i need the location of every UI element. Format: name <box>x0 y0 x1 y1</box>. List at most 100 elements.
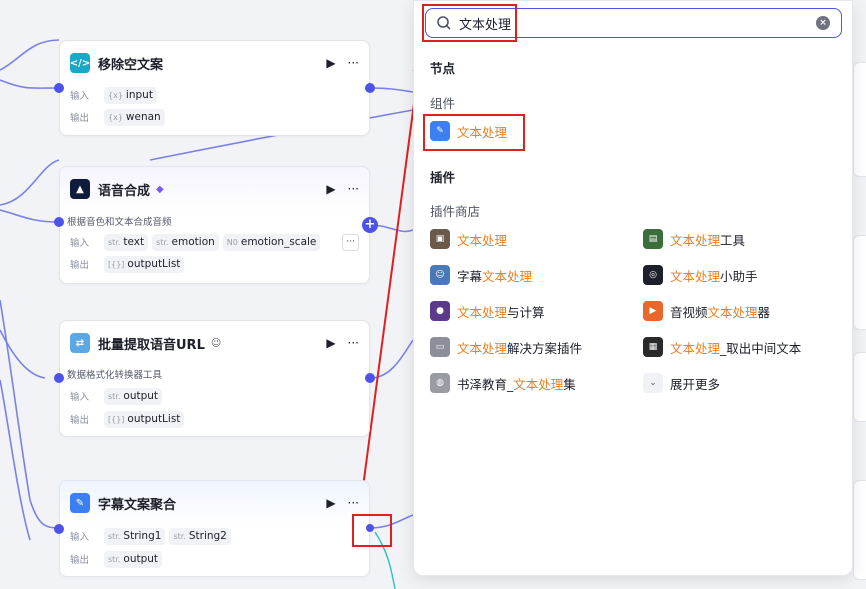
input-label: 输入 <box>70 238 90 249</box>
run-icon[interactable]: ▶ <box>326 56 335 70</box>
output-port[interactable] <box>365 83 375 93</box>
plugin-item[interactable]: ▦ 文本处理 _取出中间文本 <box>643 336 801 358</box>
globe-icon: ◍ <box>430 373 450 393</box>
input-port[interactable] <box>54 217 64 227</box>
clear-icon[interactable]: × <box>816 16 830 30</box>
input-label: 输入 <box>70 91 90 102</box>
output-chip: {x} wenan <box>104 108 165 126</box>
input-label: 输入 <box>70 392 90 403</box>
bot-icon: ☺ <box>210 337 222 349</box>
flag-icon: ▶ <box>643 301 663 321</box>
input-chip: {x} input <box>104 86 157 104</box>
plugin-item[interactable]: ☺ 字幕 文本处理 <box>430 264 532 286</box>
variable-type: N0 <box>226 237 238 247</box>
input-chip: str. text <box>104 233 149 251</box>
output-label: 输出 <box>70 555 90 566</box>
plugin-name-suffix: _取出中间文本 <box>720 340 802 356</box>
plugin-name-suffix: 解决方案插件 <box>507 340 583 356</box>
variable-name: String2 <box>188 530 227 542</box>
plugin-name-match: 文本处理 <box>670 232 721 248</box>
plugin-name-match: 文本处理 <box>670 268 721 284</box>
node-speech-synthesis[interactable]: ▲ 语音合成 ◆ ▶ ··· 根据音色和文本合成音频 输入 str. text s… <box>59 166 370 284</box>
input-port[interactable] <box>54 524 64 534</box>
plugin-item[interactable]: ◎ 文本处理 小助手 <box>643 264 758 286</box>
plugin-name-suffix: 集 <box>563 376 576 392</box>
plugin-item[interactable]: ▤ 文本处理 工具 <box>643 228 745 250</box>
variable-name: emotion_scale <box>240 236 317 248</box>
plugin-name-suffix: 与计算 <box>507 304 545 320</box>
run-icon[interactable]: ▶ <box>326 496 335 510</box>
variable-name: wenan <box>125 111 161 123</box>
more-icon[interactable]: ··· <box>348 182 359 196</box>
variable-name: outputList <box>127 258 181 270</box>
plugin-item[interactable]: ● 文本处理 与计算 <box>430 300 545 322</box>
variable-name: text <box>123 236 145 248</box>
variable-name: String1 <box>123 530 162 542</box>
expand-more-button[interactable]: ⌄ 展开更多 <box>643 372 720 394</box>
more-inputs-button[interactable]: ··· <box>342 233 359 251</box>
avatar-icon: ☺ <box>430 265 450 285</box>
plugin-name-match: 文本处理 <box>513 376 564 392</box>
input-port[interactable] <box>54 373 64 383</box>
plugin-item[interactable]: ▶ 音视频 文本处理器 <box>643 300 770 322</box>
plugin-name-match: 文本处理 <box>707 304 758 320</box>
output-port[interactable] <box>365 373 375 383</box>
plugin-name-suffix: 小助手 <box>720 268 758 284</box>
expand-more-label: 展开更多 <box>670 376 721 392</box>
input-chip: str. output <box>104 387 163 405</box>
input-chip: str. String2 <box>169 527 231 545</box>
partial-node-card <box>853 235 866 330</box>
plugin-item[interactable]: ◍ 书泽教育_ 文本处理集 <box>430 372 576 394</box>
variable-type: {x} <box>108 90 123 100</box>
input-label: 输入 <box>70 532 90 543</box>
highlight-box-output-port <box>352 514 392 547</box>
section-plugins-title: 插件 <box>430 170 456 185</box>
variable-type: [{}] <box>108 259 125 269</box>
run-icon[interactable]: ▶ <box>326 336 335 350</box>
partial-node-card <box>853 480 866 580</box>
chevron-down-icon: ⌄ <box>643 373 663 393</box>
monitor-icon: ▭ <box>430 337 450 357</box>
node-subtitle-text-merge[interactable]: ✎ 字幕文案聚合 ▶ ··· 输入 str. String1 str. String… <box>59 480 370 577</box>
plugin-name-suffix: 工具 <box>720 232 746 248</box>
node-description: 数据格式化转换器工具 <box>67 370 163 381</box>
plugin-name-prefix: 字幕 <box>457 268 483 284</box>
variable-type: str. <box>108 531 121 541</box>
data-convert-icon: ⇄ <box>70 333 90 353</box>
highlight-box-component <box>423 114 525 151</box>
input-port[interactable] <box>54 83 64 93</box>
node-remove-empty-text[interactable]: </> 移除空文案 ▶ ··· 输入 {x} input 输出 {x} wenan <box>59 40 370 136</box>
output-chip: str. output <box>104 550 163 568</box>
add-node-plus-icon[interactable]: + <box>362 217 378 233</box>
code-icon: </> <box>70 53 90 73</box>
plugin-item[interactable]: ▣ 文本处理 <box>430 228 507 250</box>
variable-name: output <box>123 553 159 565</box>
highlight-box-search <box>422 4 517 42</box>
section-nodes-title: 节点 <box>430 61 456 76</box>
node-title: 移除空文案 <box>98 57 164 73</box>
input-chip: N0 emotion_scale <box>222 233 321 251</box>
more-icon[interactable]: ··· <box>348 56 359 70</box>
plugin-name-suffix: 器 <box>757 304 771 320</box>
plugin-store-title: 插件商店 <box>430 204 481 219</box>
partial-node-card <box>853 352 866 422</box>
input-chip: str. emotion <box>152 233 219 251</box>
ring-icon: ◎ <box>643 265 663 285</box>
plugin-name-match: 文本处理 <box>482 268 533 284</box>
poster-icon: ▤ <box>643 229 663 249</box>
variable-type: str. <box>156 237 169 247</box>
variable-type: str. <box>173 531 186 541</box>
variable-name: emotion <box>171 236 215 248</box>
plugin-item[interactable]: ▭ 文本处理 解决方案插件 <box>430 336 582 358</box>
output-label: 输出 <box>70 415 90 426</box>
more-icon[interactable]: ··· <box>348 336 359 350</box>
noise-icon: ▦ <box>643 337 663 357</box>
run-icon[interactable]: ▶ <box>326 182 335 196</box>
plugin-name-prefix: 音视频 <box>670 304 708 320</box>
more-icon[interactable]: ··· <box>348 496 359 510</box>
variable-name: output <box>123 390 159 402</box>
node-batch-extract-audio-url[interactable]: ⇄ 批量提取语音URL ☺ ▶ ··· 数据格式化转换器工具 输入 str. ou… <box>59 320 370 437</box>
premium-icon: ◆ <box>156 183 164 195</box>
plugin-name-match: 文本处理 <box>457 340 508 356</box>
variable-type: str. <box>108 554 121 564</box>
